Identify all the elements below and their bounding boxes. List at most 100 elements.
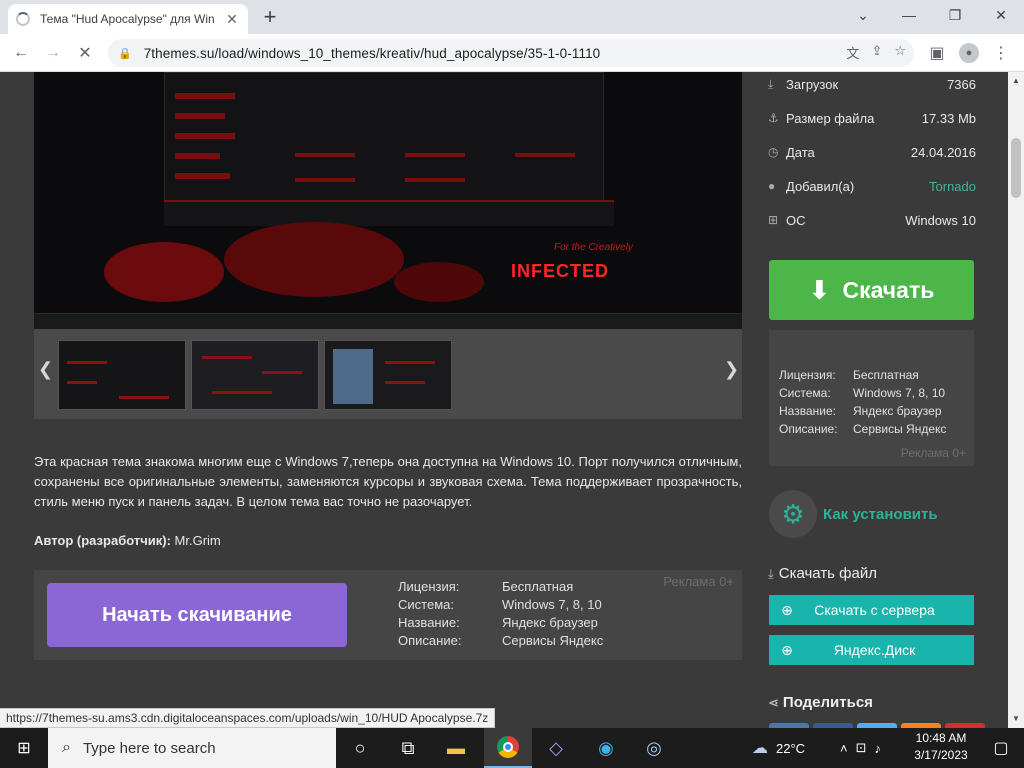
forward-button[interactable]: →: [40, 40, 66, 66]
share-icon[interactable]: ⇪: [871, 43, 882, 62]
info-row-size: ⚓ Размер файла 17.33 Mb: [768, 103, 976, 133]
link-status-bar: https://7themes-su.ams3.cdn.digitalocean…: [0, 708, 496, 728]
yandex-disk-button[interactable]: ⊕ Яндекс.Диск: [769, 635, 974, 665]
browser-toolbar: ← → ✕ 🔒 7themes.su/load/windows_10_theme…: [0, 34, 1024, 72]
thumbnail[interactable]: [191, 340, 319, 410]
visual-studio-icon[interactable]: ◇: [532, 728, 580, 768]
thumbnail[interactable]: [58, 340, 186, 410]
start-download-ad-button[interactable]: Начать скачивание: [47, 583, 347, 647]
ad-key: Описание:: [398, 633, 462, 648]
back-button[interactable]: ←: [8, 40, 34, 66]
translate-icon[interactable]: 文: [846, 43, 859, 62]
download-icon: ⤓: [768, 565, 774, 581]
taskbar-clock[interactable]: 10:48 AM 3/17/2023: [906, 730, 976, 764]
file-explorer-icon[interactable]: ▬: [432, 728, 480, 768]
menu-kebab-icon[interactable]: ⋮: [988, 40, 1014, 66]
start-button[interactable]: ⊞: [0, 728, 48, 768]
author-line: Автор (разработчик): Mr.Grim: [34, 533, 221, 548]
taskbar-search-box[interactable]: ⌕ Type here to search: [48, 728, 336, 768]
side-ad-box[interactable]: Лицензия: Бесплатная Система: Windows 7, 8…: [769, 330, 974, 466]
app-disc-icon[interactable]: ◎: [630, 728, 678, 768]
minimize-button[interactable]: —: [886, 0, 932, 30]
web-page: For the Creatively INFECTED ❮ ❯ Эта крас…: [0, 72, 1008, 728]
ad-key: Название:: [398, 615, 460, 630]
ad-label: Реклама 0+: [663, 574, 734, 589]
download-arrow-icon: ⬇: [808, 274, 831, 305]
content-column: For the Creatively INFECTED ❮ ❯ Эта крас…: [0, 72, 760, 728]
ad-value: Яндекс браузер: [502, 615, 598, 630]
stop-loading-button[interactable]: ✕: [72, 40, 98, 66]
weather-temp: 22°C: [776, 740, 806, 756]
close-tab-icon[interactable]: ✕: [224, 11, 240, 28]
share-title: Поделиться: [782, 694, 873, 711]
ad-value: Windows 7, 8, 10: [502, 597, 602, 612]
gallery-prev-icon[interactable]: ❮: [38, 359, 53, 380]
notifications-icon[interactable]: ▢: [978, 728, 1024, 768]
page-scrollbar[interactable]: ▲ ▼: [1008, 72, 1024, 728]
preview-red-splash: [224, 222, 404, 297]
cloud-icon: ☁: [752, 740, 768, 757]
network-icon[interactable]: ⊡: [856, 740, 867, 756]
info-label: Добавил(а): [786, 178, 855, 194]
address-bar[interactable]: 🔒 7themes.su/load/windows_10_themes/krea…: [108, 39, 914, 67]
close-window-button[interactable]: ✕: [978, 0, 1024, 30]
ad-value: Сервисы Яндекс: [502, 633, 604, 648]
uploader-link[interactable]: Tornado: [929, 179, 976, 194]
task-view-icon[interactable]: ⧉: [384, 728, 432, 768]
gallery-next-icon[interactable]: ❯: [724, 359, 739, 380]
clock-date: 3/17/2023: [914, 748, 968, 762]
ad-value: Сервисы Яндекс: [853, 422, 947, 436]
windows-icon: ⊞: [768, 213, 779, 227]
cortana-icon[interactable]: ○: [336, 728, 384, 768]
ad-details: Лицензия: Бесплатная Система: Windows 7, 8…: [398, 578, 603, 650]
tray-chevron-icon[interactable]: ˄: [840, 741, 848, 756]
download-button-label: Скачать: [842, 276, 935, 303]
tab-search-chevron-icon[interactable]: ⌄: [840, 0, 886, 30]
download-circle-icon: ⊕: [781, 601, 793, 618]
scroll-down-icon[interactable]: ▼: [1011, 714, 1021, 723]
new-tab-button[interactable]: +: [258, 4, 282, 30]
download-from-server-button[interactable]: ⊕ Скачать с сервера: [769, 595, 974, 625]
browser-tab-strip: Тема "Hud Apocalypse" для Win ✕ + ⌄ — ❐ …: [0, 0, 1024, 34]
browser-tab[interactable]: Тема "Hud Apocalypse" для Win ✕: [8, 4, 248, 34]
ad-key: Название:: [779, 404, 836, 418]
anchor-icon: ⚓: [768, 111, 779, 125]
info-label: Загрузок: [786, 76, 839, 92]
file-info-sidebar: ⤓ Загрузок 7366 ⚓ Размер файла 17.33 Mb …: [760, 72, 1008, 728]
download-count-icon: ⤓: [768, 76, 774, 91]
ad-value: Windows 7, 8, 10: [853, 386, 946, 400]
info-value: 24.04.2016: [910, 144, 976, 160]
ad-value: Яндекс браузер: [853, 404, 942, 418]
preview-taskbar: [34, 313, 742, 329]
info-row-downloads: ⤓ Загрузок 7366: [768, 72, 976, 99]
system-tray: ˄ ⊡ ♪: [840, 728, 881, 768]
theme-preview-image[interactable]: For the Creatively INFECTED: [34, 72, 742, 329]
url-text[interactable]: 7themes.su/load/windows_10_themes/kreati…: [144, 46, 601, 61]
scroll-thumb[interactable]: [1011, 138, 1021, 198]
side-ad-details: Лицензия: Бесплатная Система: Windows 7, 8…: [779, 366, 946, 438]
how-to-install-link[interactable]: ⚙ Как установить: [769, 490, 938, 538]
info-value: 7366: [947, 76, 976, 92]
ad-key: Лицензия:: [779, 368, 836, 382]
download-button[interactable]: ⬇ Скачать: [769, 260, 974, 320]
edge-icon[interactable]: ◉: [582, 728, 630, 768]
tab-title: Тема "Hud Apocalypse" для Win: [40, 12, 215, 26]
preview-details-bar: [164, 200, 614, 226]
clock-time: 10:48 AM: [915, 731, 967, 745]
profile-button[interactable]: ●: [956, 40, 982, 66]
user-icon: ●: [768, 179, 776, 193]
ad-value: Бесплатная: [853, 368, 919, 382]
windows-taskbar: ⊞ ⌕ Type here to search ○ ⧉ ▬ ◇ ◉ ◎ ☁ 22…: [0, 728, 1024, 768]
bookmark-star-icon[interactable]: ☆: [894, 43, 906, 62]
restore-button[interactable]: ❐: [932, 0, 978, 30]
side-panel-icon[interactable]: ▣: [924, 40, 950, 66]
lock-icon[interactable]: 🔒: [118, 47, 132, 60]
ad-key: Система:: [779, 386, 831, 400]
chrome-icon[interactable]: [484, 728, 532, 768]
thumbnail[interactable]: [324, 340, 452, 410]
info-value: Windows 10: [905, 212, 976, 228]
download-file-title: Скачать файл: [778, 565, 877, 582]
volume-icon[interactable]: ♪: [875, 741, 882, 756]
weather-widget[interactable]: ☁ 22°C: [752, 728, 805, 768]
scroll-up-icon[interactable]: ▲: [1011, 76, 1021, 85]
